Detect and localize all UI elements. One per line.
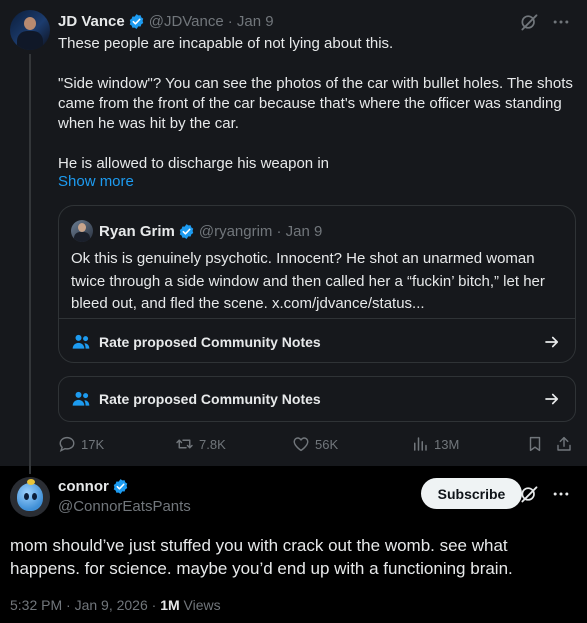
subscribe-button[interactable]: Subscribe <box>421 478 522 509</box>
quote-avatar <box>71 220 93 242</box>
arrow-right-icon <box>545 336 559 347</box>
reply-avatar[interactable] <box>10 477 50 517</box>
repost-icon <box>176 439 193 449</box>
quote-date: · Jan 9 <box>276 222 323 240</box>
author-name[interactable]: JD Vance <box>58 13 125 30</box>
views-count: 13M <box>434 436 460 452</box>
reply-icon <box>59 436 75 452</box>
grok-icon[interactable] <box>519 484 539 504</box>
reply-header: connor <box>58 478 133 495</box>
post-paragraph: He is allowed to discharge his weapon in <box>58 155 329 172</box>
reply-timestamp[interactable]: 5:32 PM · Jan 9, 2026 · <box>10 597 156 613</box>
show-more-link[interactable]: Show more <box>58 173 134 190</box>
reply-top-actions <box>519 484 571 504</box>
author-handle[interactable]: @JDVance <box>149 13 224 30</box>
avatar[interactable] <box>10 10 50 50</box>
reply-author-handle[interactable]: @ConnorEatsPants <box>58 498 191 515</box>
quote-community-notes-row[interactable]: Rate proposed Community Notes <box>59 318 575 362</box>
arrow-right-icon <box>545 393 559 405</box>
community-notes-label: Rate proposed Community Notes <box>99 391 321 407</box>
reply-meta: 5:32 PM · Jan 9, 2026 · 1M Views <box>10 597 221 613</box>
like-button[interactable]: 56K <box>292 432 338 456</box>
quote-text: Ok this is genuinely psychotic. Innocent… <box>71 250 545 312</box>
post-action-bar: 17K 7.8K 56K 13M <box>58 432 576 456</box>
like-count: 56K <box>315 436 339 452</box>
repost-count: 7.8K <box>199 436 226 452</box>
repost-button[interactable]: 7.8K <box>175 432 226 456</box>
post-header: JD Vance @JDVance · Jan 9 <box>58 11 274 31</box>
thread-line <box>29 54 31 474</box>
community-notes-icon <box>72 334 90 349</box>
reply-text: mom should’ve just stuffed you with crac… <box>10 536 513 578</box>
community-notes-row[interactable]: Rate proposed Community Notes <box>58 376 576 422</box>
post-paragraph: "Side window"? You can see the photos of… <box>58 75 573 132</box>
community-notes-icon <box>72 391 90 406</box>
more-icon[interactable] <box>551 484 571 504</box>
more-icon[interactable] <box>551 12 571 32</box>
reply-views-label: Views <box>183 597 221 613</box>
verified-badge-icon <box>129 13 143 29</box>
views-button[interactable]: 13M <box>411 432 459 456</box>
bookmark-button[interactable] <box>526 432 544 456</box>
reply-button[interactable]: 17K <box>58 432 104 456</box>
bookmark-icon <box>529 436 541 452</box>
quote-author-handle: @ryangrim <box>198 222 273 240</box>
like-icon <box>293 437 309 452</box>
quoted-post[interactable]: Ryan Grim @ryangrim · Jan 9 Ok this is g… <box>58 205 576 363</box>
reply-count: 17K <box>81 436 105 452</box>
share-icon <box>557 436 571 451</box>
post-paragraph: These people are incapable of not lying … <box>58 35 394 52</box>
quote-header: Ryan Grim @ryangrim · Jan 9 <box>71 220 322 242</box>
verified-badge-icon <box>179 223 194 239</box>
quote-author-name: Ryan Grim <box>99 222 175 240</box>
verified-badge-icon <box>113 479 128 494</box>
reply-author-name[interactable]: connor <box>58 478 109 495</box>
post-date[interactable]: · Jan 9 <box>228 13 274 30</box>
reply-views-count: 1M <box>160 597 180 613</box>
grok-icon[interactable] <box>519 12 539 32</box>
share-button[interactable] <box>555 432 573 456</box>
post-text: These people are incapable of not lying … <box>58 34 578 194</box>
post-top-actions <box>519 12 571 32</box>
community-notes-label: Rate proposed Community Notes <box>99 333 321 350</box>
original-post[interactable]: JD Vance @JDVance · Jan 9 These people a… <box>0 0 587 474</box>
views-icon <box>414 437 427 451</box>
